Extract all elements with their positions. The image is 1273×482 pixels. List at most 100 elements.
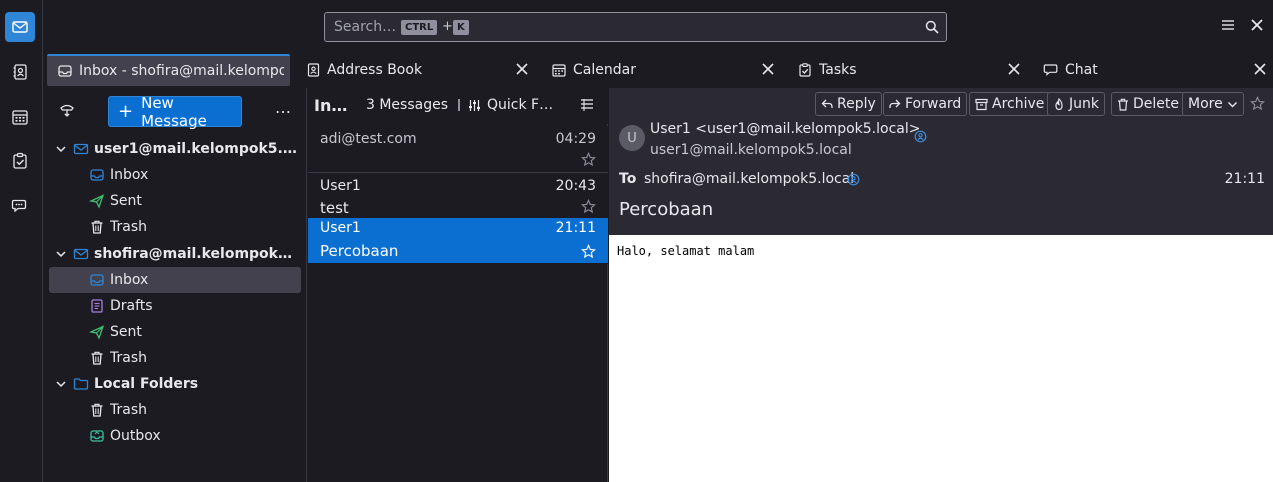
message-row[interactable]: adi@test.com 04:29 — [308, 126, 608, 172]
star-icon[interactable] — [581, 244, 596, 259]
folder-label: shofira@mail.kelompok5.l... — [94, 246, 294, 262]
space-chat-button[interactable] — [5, 191, 35, 221]
message-pane: Reply Forward Archive Junk Delete More U… — [609, 88, 1273, 482]
chevron-down-icon — [1227, 101, 1237, 107]
star-icon[interactable] — [1250, 96, 1265, 111]
close-tab-icon[interactable] — [1253, 62, 1267, 76]
junk-button[interactable]: Junk — [1047, 92, 1105, 116]
star-icon[interactable] — [581, 152, 596, 167]
get-messages-icon[interactable] — [59, 102, 75, 118]
message-sender: User1 — [320, 220, 361, 236]
inbox-icon — [90, 274, 104, 286]
folder-row-sent[interactable]: Sent — [49, 319, 301, 345]
search-bar[interactable]: Search… CTRL + K — [324, 12, 947, 42]
message-row[interactable]: User1 21:11 Percobaan — [308, 218, 608, 264]
message-subject: Percobaan — [320, 242, 399, 260]
account-mail-icon — [73, 248, 89, 260]
tab-calendar[interactable]: Calendar — [541, 54, 781, 86]
close-tab-icon[interactable] — [1007, 62, 1021, 76]
close-window-icon[interactable] — [1250, 18, 1264, 32]
title-bar: Search… CTRL + K — [43, 0, 1273, 52]
message-date: 21:11 — [1224, 171, 1265, 187]
tab-bar: Inbox - shofira@mail.kelompok Address Bo… — [43, 52, 1273, 88]
junk-label: Junk — [1069, 96, 1099, 112]
folder-pane-more-button[interactable]: … — [275, 98, 292, 117]
inbox-icon — [90, 169, 104, 181]
folder-title: In… — [314, 96, 348, 115]
app-menu-icon[interactable] — [1221, 19, 1235, 31]
trash-icon — [91, 220, 103, 234]
space-calendar-button[interactable] — [5, 102, 35, 132]
folder-label: Trash — [110, 402, 147, 418]
kbd-plus: + — [442, 19, 453, 34]
new-message-label: New Message — [141, 93, 207, 130]
message-list-pane: In… 3 Messages Quick F… adi@test.com 04:… — [308, 88, 608, 482]
account-row[interactable]: user1@mail.kelompok5.local — [49, 136, 301, 162]
message-sender: User1 — [320, 178, 361, 194]
chevron-down-icon[interactable] — [55, 143, 67, 155]
folder-row-trash[interactable]: Trash — [49, 214, 301, 240]
new-message-button[interactable]: + New Message — [108, 93, 242, 130]
calendar-icon — [12, 110, 28, 125]
mail-icon — [12, 21, 28, 33]
tab-chat[interactable]: Chat — [1033, 54, 1273, 86]
quick-filter-button[interactable]: Quick F… — [468, 97, 553, 113]
folder-row-inbox[interactable]: Inbox — [49, 162, 301, 188]
sent-icon — [89, 194, 105, 209]
folder-label: Trash — [110, 350, 147, 366]
spaces-toolbar — [0, 0, 43, 482]
message-subject: test — [320, 199, 349, 217]
kbd-k-badge: K — [453, 20, 469, 35]
message-body-text: Halo, selamat malam — [617, 244, 755, 258]
folder-pane: + New Message … user1@mail.kelompok5.loc… — [43, 88, 307, 482]
local-folders-row[interactable]: Local Folders — [49, 371, 301, 397]
reply-button[interactable]: Reply — [815, 92, 882, 116]
archive-button[interactable]: Archive — [969, 92, 1051, 116]
close-tab-icon[interactable] — [515, 62, 529, 76]
inbox-icon — [57, 63, 73, 79]
folder-row-sent[interactable]: Sent — [49, 188, 301, 214]
forward-icon — [889, 99, 901, 108]
contact-icon[interactable] — [914, 130, 927, 143]
message-time: 21:11 — [555, 220, 596, 236]
message-body: Halo, selamat malam — [609, 235, 1273, 482]
space-address-book-button[interactable] — [5, 57, 35, 87]
tab-inbox[interactable]: Inbox - shofira@mail.kelompok — [47, 54, 290, 86]
tab-tasks-label: Tasks — [819, 62, 857, 78]
tab-address-book[interactable]: Address Book — [295, 54, 535, 86]
tab-inbox-label: Inbox - shofira@mail.kelompok — [79, 63, 284, 79]
space-tasks-button[interactable] — [5, 146, 35, 176]
forward-button[interactable]: Forward — [883, 92, 968, 116]
close-tab-icon[interactable] — [761, 62, 775, 76]
tab-chat-label: Chat — [1065, 62, 1098, 78]
space-mail-button[interactable] — [5, 12, 35, 42]
from-email: user1@mail.kelompok5.local — [650, 142, 852, 158]
folder-row-trash[interactable]: Trash — [49, 397, 301, 423]
tasks-icon — [13, 152, 27, 169]
search-placeholder: Search… — [334, 19, 397, 35]
star-icon[interactable] — [581, 199, 596, 214]
folder-label: Inbox — [110, 167, 149, 183]
delete-button[interactable]: Delete — [1111, 92, 1185, 116]
tab-calendar-label: Calendar — [573, 62, 636, 78]
tasks-icon — [797, 62, 813, 78]
chevron-down-icon[interactable] — [55, 378, 67, 390]
folder-pane-header: + New Message … — [43, 88, 307, 132]
more-button[interactable]: More — [1182, 92, 1244, 116]
tab-tasks[interactable]: Tasks — [787, 54, 1027, 86]
from-line[interactable]: User1 <user1@mail.kelompok5.local> — [650, 121, 920, 137]
folder-row-drafts[interactable]: Drafts — [49, 293, 301, 319]
chevron-down-icon[interactable] — [55, 248, 67, 260]
folder-row-trash[interactable]: Trash — [49, 345, 301, 371]
reply-label: Reply — [837, 96, 876, 112]
contact-icon[interactable] — [847, 173, 860, 186]
list-display-options-icon[interactable] — [580, 98, 594, 112]
message-row[interactable]: User1 20:43 test — [308, 172, 608, 218]
to-recipient[interactable]: shofira@mail.kelompok5.local — [644, 171, 854, 187]
divider — [458, 99, 460, 111]
folder-row-inbox[interactable]: Inbox — [49, 267, 301, 293]
folder-row-outbox[interactable]: Outbox — [49, 423, 301, 449]
message-subject-heading: Percobaan — [619, 199, 714, 220]
account-row[interactable]: shofira@mail.kelompok5.l... — [49, 241, 301, 267]
delete-label: Delete — [1133, 96, 1179, 112]
